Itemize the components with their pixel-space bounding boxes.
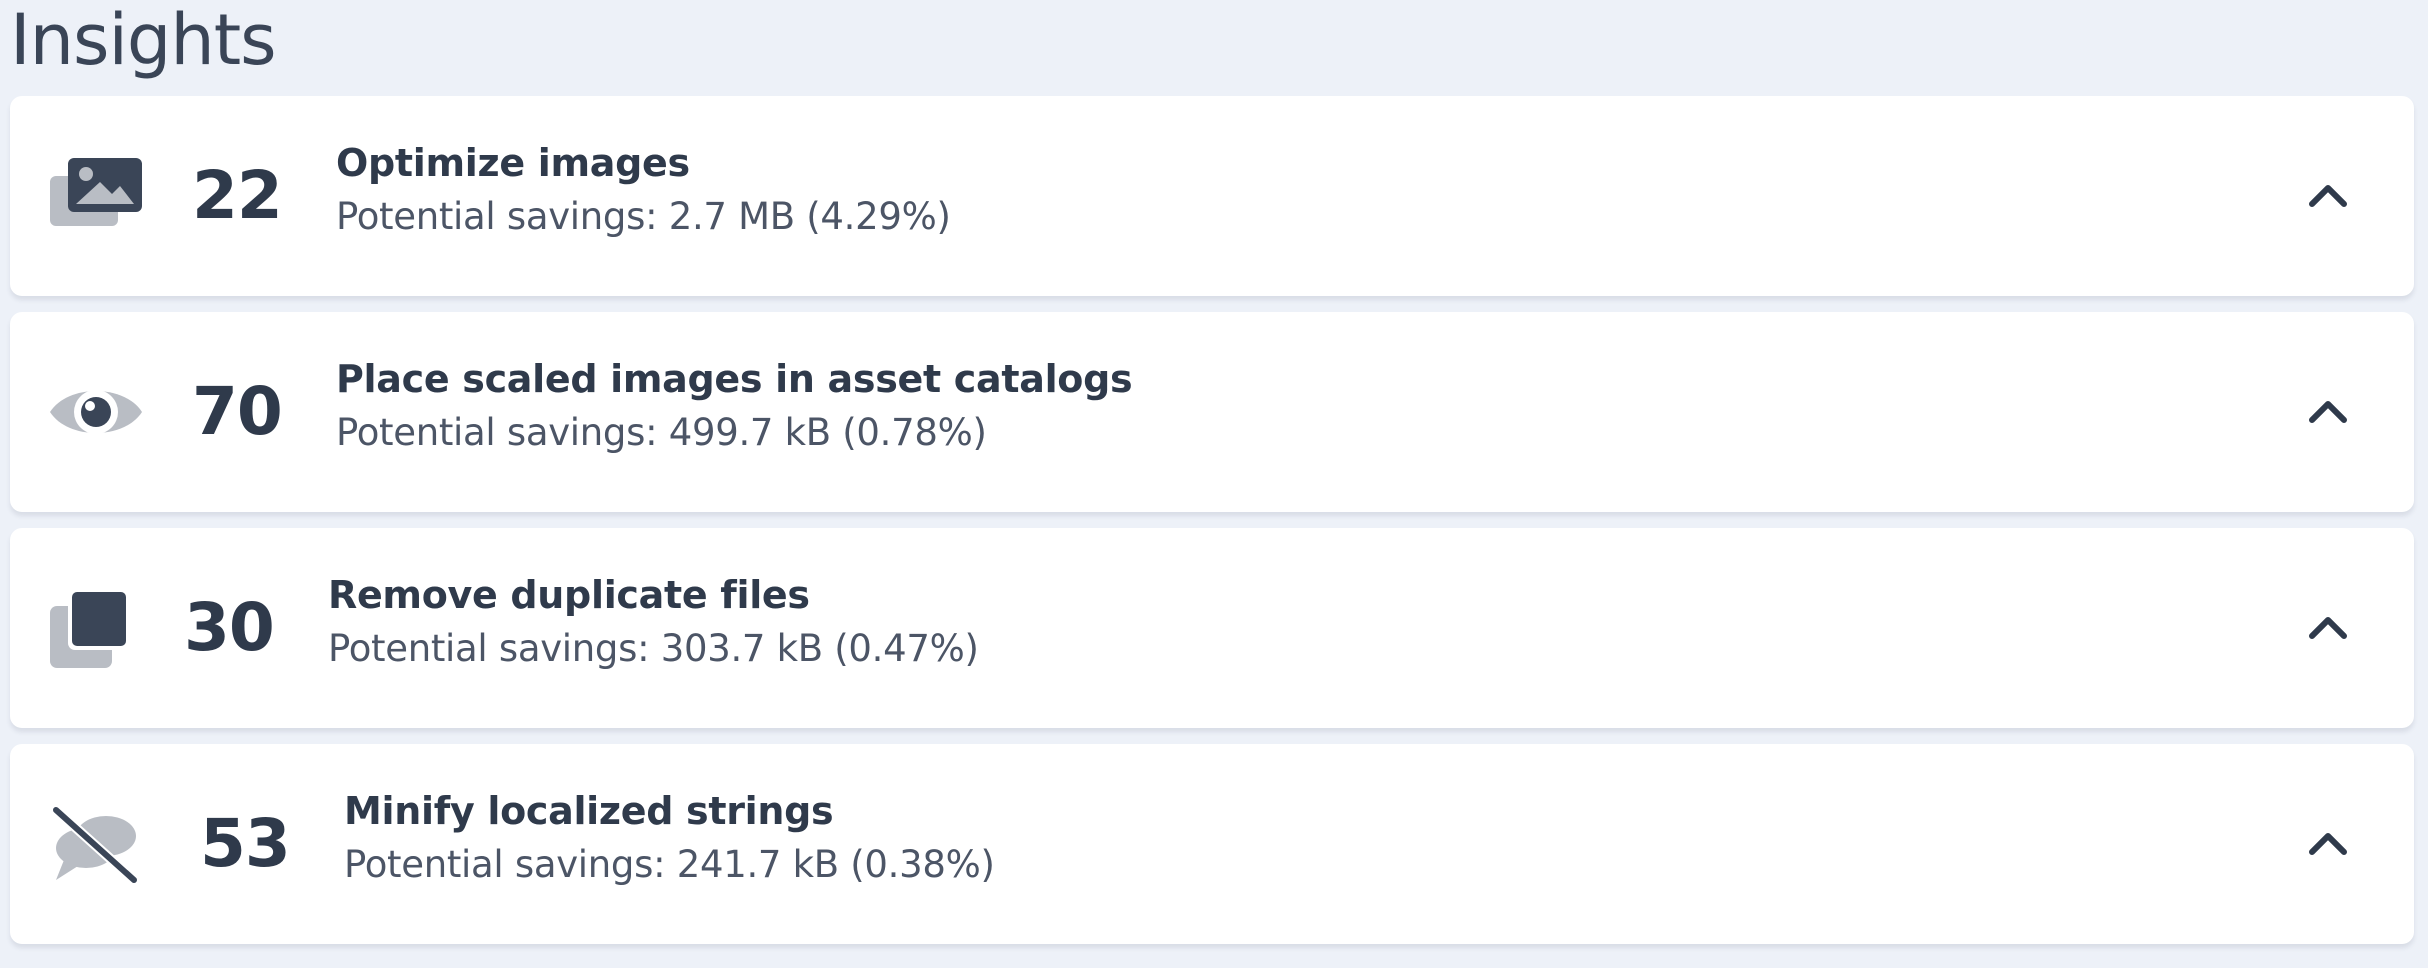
insight-savings: Potential savings: 499.7 kB (0.78%) [336,411,987,454]
chevron-up-icon[interactable] [2302,602,2354,654]
insight-text: Remove duplicate files Potential savings… [328,570,979,678]
insights-list: 22 Optimize images Potential savings: 2.… [10,96,2414,960]
page-title: Insights [10,0,277,81]
insight-card-scaled-images[interactable]: 70 Place scaled images in asset catalogs… [10,312,2414,512]
comments-slash-icon [48,800,144,888]
eye-icon [48,368,144,456]
insight-card-duplicate-files[interactable]: 30 Remove duplicate files Potential savi… [10,528,2414,728]
insight-savings: Potential savings: 241.7 kB (0.38%) [344,843,995,886]
insight-card-localized-strings[interactable]: 53 Minify localized strings Potential sa… [10,744,2414,944]
insight-text: Place scaled images in asset catalogs Po… [336,354,1133,462]
insight-count: 53 [200,805,291,882]
insight-title: Remove duplicate files [328,573,810,617]
insight-savings: Potential savings: 303.7 kB (0.47%) [328,627,979,670]
insight-title: Place scaled images in asset catalogs [336,357,1133,401]
insight-text: Minify localized strings Potential savin… [344,786,995,894]
insight-title: Optimize images [336,141,690,185]
chevron-up-icon[interactable] [2302,818,2354,870]
insight-text: Optimize images Potential savings: 2.7 M… [336,138,951,246]
chevron-up-icon[interactable] [2302,386,2354,438]
images-icon [48,152,144,240]
insight-count: 30 [184,589,275,666]
insight-savings: Potential savings: 2.7 MB (4.29%) [336,195,951,238]
insight-card-optimize-images[interactable]: 22 Optimize images Potential savings: 2.… [10,96,2414,296]
insight-count: 70 [192,373,283,450]
duplicate-files-icon [48,584,144,672]
insight-title: Minify localized strings [344,789,834,833]
chevron-up-icon[interactable] [2302,170,2354,222]
insight-count: 22 [192,157,283,234]
